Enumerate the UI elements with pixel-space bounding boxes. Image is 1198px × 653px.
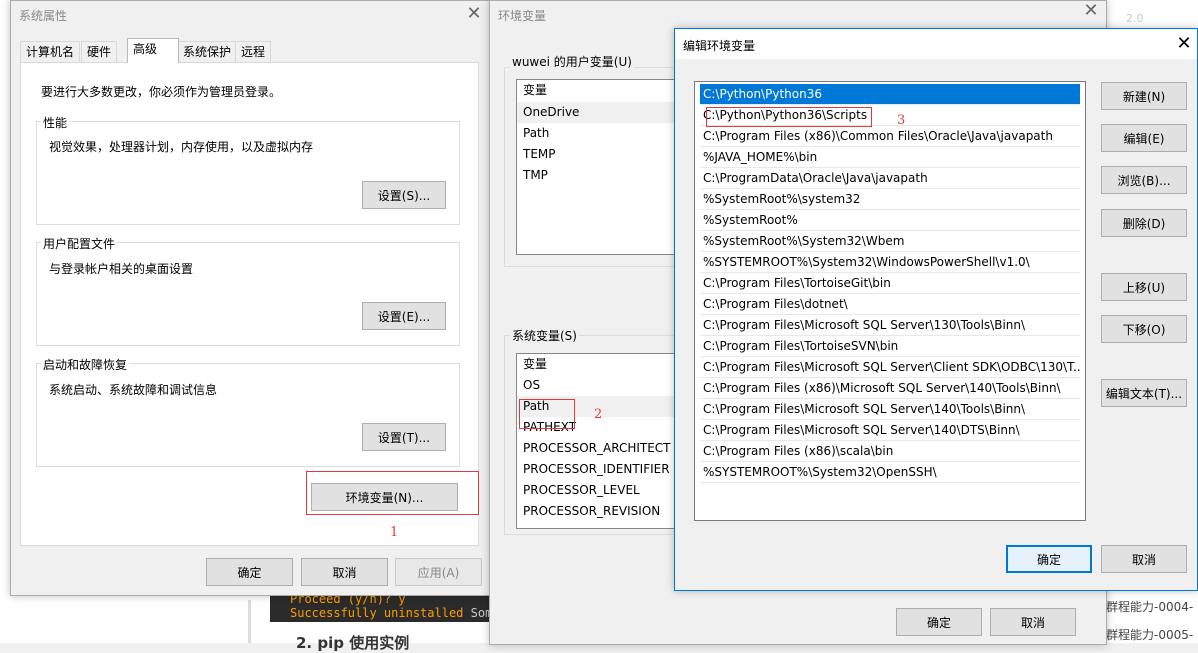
path-list-item[interactable]: C:\Program Files (x86)\Common Files\Orac… [700,126,1080,147]
browse-button[interactable]: 浏览(B)... [1101,166,1187,194]
path-list-item[interactable]: C:\Program Files (x86)\Microsoft SQL Ser… [700,378,1080,399]
startup-group [36,363,460,467]
path-list-item[interactable]: C:\Program Files (x86)\scala\bin [700,441,1080,462]
cancel-button[interactable]: 取消 [301,558,388,586]
tab-remote[interactable]: 远程 [235,41,272,62]
annotation-number-2: 2 [594,407,603,422]
terminal-line-2a: Successfully uninstalled [290,606,464,620]
system-vars-label: 系统变量(S) [510,327,579,344]
path-list-item[interactable]: %SystemRoot%\System32\Wbem [700,231,1080,252]
tab-system-protection[interactable]: 系统保护 [177,41,238,62]
path-list: C:\Python\Python36 C:\Python\Python36\Scr… [694,81,1086,521]
annotation-number-1: 1 [390,525,399,540]
user-profile-desc: 与登录帐户相关的桌面设置 [49,262,194,276]
dialog-title: 编辑环境变量 [683,39,756,53]
annotation-box-1 [306,471,479,515]
move-up-button[interactable]: 上移(U) [1101,273,1187,301]
user-profile-settings-button[interactable]: 设置(E)... [362,302,446,330]
edit-button[interactable]: 编辑(E) [1101,124,1187,152]
window-title: 系统属性 [19,9,68,23]
path-list-item[interactable]: %JAVA_HOME%\bin [700,147,1080,168]
path-list-item[interactable]: %SYSTEMROOT%\System32\WindowsPowerShell\… [700,252,1080,273]
startup-settings-button[interactable]: 设置(T)... [362,423,446,451]
path-list-item[interactable]: C:\Program Files\Microsoft SQL Server\13… [700,315,1080,336]
close-icon[interactable]: ✕ [1080,2,1102,20]
user-profile-group [36,242,460,346]
close-icon[interactable]: ✕ [1173,35,1195,53]
right-link-2[interactable]: 群程能力-0005- [1106,626,1193,643]
tab-advanced[interactable]: 高级 [127,38,179,63]
right-link-1[interactable]: 群程能力-0004- [1106,598,1193,615]
terminal-line-2b: Som [470,606,490,620]
performance-desc: 视觉效果，处理器计划，内存使用，以及虚拟内存 [49,140,314,154]
path-list-item[interactable]: %SystemRoot%\system32 [700,189,1080,210]
tab-hardware[interactable]: 硬件 [81,41,118,62]
ok-button[interactable]: 确定 [206,558,293,586]
path-list-item[interactable]: C:\Program Files\Microsoft SQL Server\Cl… [700,357,1080,378]
path-list-item[interactable]: C:\Program Files\TortoiseSVN\bin [700,336,1080,357]
edit-text-button[interactable]: 编辑文本(T)... [1101,379,1187,407]
annotation-box-3 [706,107,872,127]
terminal-block: Proceed (y/n)? y Successfully uninstalle… [270,592,490,622]
edit-environment-variable-dialog: 编辑环境变量 ✕ C:\Python\Python36 C:\Python\Pyt… [674,28,1198,591]
new-button[interactable]: 新建(N) [1101,82,1187,110]
user-profile-label: 用户配置文件 [41,235,118,252]
move-down-button[interactable]: 下移(O) [1101,315,1187,343]
ok-button[interactable]: 确定 [896,608,982,636]
ok-button[interactable]: 确定 [1006,545,1092,573]
path-list-item[interactable]: C:\Python\Python36 [700,84,1080,105]
apply-button[interactable]: 应用(A) [395,558,482,586]
startup-label: 启动和故障恢复 [41,356,130,373]
tab-computer-name[interactable]: 计算机名 [20,41,81,62]
window-title: 环境变量 [498,9,547,23]
left-bar [248,600,251,643]
path-list-item[interactable]: %SystemRoot% [700,210,1080,231]
performance-group [36,121,460,225]
path-list-item[interactable]: C:\Program Files\dotnet\ [700,294,1080,315]
path-list-item[interactable]: C:\Program Files\Microsoft SQL Server\14… [700,420,1080,441]
performance-label: 性能 [41,114,70,131]
performance-settings-button[interactable]: 设置(S)... [362,181,446,209]
cancel-button[interactable]: 取消 [990,608,1076,636]
path-list-item[interactable]: C:\Program Files\Microsoft SQL Server\14… [700,399,1080,420]
user-vars-label: wuwei 的用户变量(U) [510,53,634,70]
startup-desc: 系统启动、系统故障和调试信息 [49,383,218,397]
right-panel-text: 2.0 [1126,12,1144,25]
path-list-item[interactable]: %SYSTEMROOT%\System32\OpenSSH\ [700,462,1080,483]
delete-button[interactable]: 删除(D) [1101,209,1187,237]
system-properties-window: 系统属性 ✕ 计算机名 硬件 高级 系统保护 远程 要进行大多数更改，你必须作为… [10,0,492,596]
close-icon[interactable]: ✕ [463,5,485,23]
path-list-item[interactable]: C:\Program Files\TortoiseGit\bin [700,273,1080,294]
cancel-button[interactable]: 取消 [1101,545,1187,573]
annotation-box-2 [519,399,575,429]
annotation-number-3: 3 [897,113,906,128]
path-list-item[interactable]: C:\ProgramData\Oracle\Java\javapath [700,168,1080,189]
admin-note: 要进行大多数更改，你必须作为管理员登录。 [41,85,282,99]
